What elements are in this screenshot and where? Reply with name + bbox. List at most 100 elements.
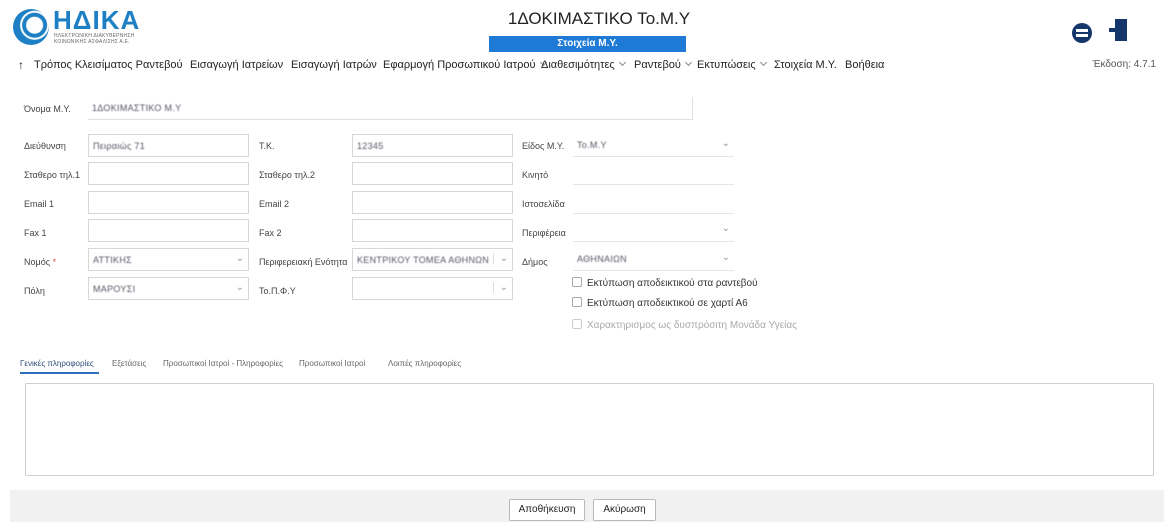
unit-name-value: 1ΔΟΚΙΜΑΣΤΙΚΟ Μ.Υ xyxy=(92,103,182,113)
fax1-input[interactable] xyxy=(88,219,249,242)
nav-personal-doctor[interactable]: Εφαρμογή Προσωπικού Ιατρού xyxy=(383,58,547,71)
city-select[interactable]: ΜΑΡΟΥΣΙ ⌄ xyxy=(88,277,249,300)
city-label: Πόλη xyxy=(24,286,45,296)
chevron-down-icon: ⌄ xyxy=(492,253,508,264)
mobile-input[interactable] xyxy=(573,162,734,185)
tab-other-info[interactable]: Λοιπές πληροφορίες xyxy=(388,359,461,368)
nav-clinics[interactable]: Εισαγωγή Ιατρείων xyxy=(190,59,283,71)
chevron-down-icon: ⌄ xyxy=(721,252,730,263)
address-label: Διεύθυνση xyxy=(24,141,66,151)
prefecture-label-text: Νομός xyxy=(24,257,51,267)
website-input[interactable] xyxy=(573,191,734,214)
prefecture-select[interactable]: ΑΤΤΙΚΗΣ ⌄ xyxy=(88,248,249,271)
chevron-down-icon: ⌄ xyxy=(235,253,244,264)
tk-input[interactable]: 12345 xyxy=(352,134,513,157)
email2-input[interactable] xyxy=(352,191,513,214)
address-input[interactable]: Πειραιώς 71 xyxy=(88,134,249,157)
city-value: ΜΑΡΟΥΣΙ xyxy=(93,284,136,294)
chevron-down-icon xyxy=(618,58,626,67)
nav-label: Τρόπος Κλεισίματος Ραντεβού xyxy=(34,59,183,71)
checkbox-box[interactable] xyxy=(572,277,582,287)
back-arrow-icon[interactable]: ↑ xyxy=(18,58,24,72)
region-label: Περιφέρεια xyxy=(522,228,566,238)
name-label: Όνομα Μ.Υ. xyxy=(24,104,71,114)
logo-name: ΗΔΙΚΑ xyxy=(53,5,141,35)
switch-user-icon[interactable] xyxy=(1072,23,1092,43)
chevron-down-icon xyxy=(759,58,767,67)
tab-general-info[interactable]: Γενικές πληροφορίες xyxy=(20,359,94,368)
fax2-label: Fax 2 xyxy=(259,228,282,238)
tk-label: Τ.Κ. xyxy=(259,141,275,151)
required-asterisk: * xyxy=(52,257,57,267)
nav-label: Ραντεβού xyxy=(634,59,681,71)
tab-examinations[interactable]: Εξετάσεις xyxy=(112,359,146,368)
checkbox-label: Εκτύπωση αποδεικτικού σε χαρτί Α6 xyxy=(587,298,748,309)
main-navbar: ↑ Τρόπος Κλεισίματος Ραντεβού Εισαγωγή Ι… xyxy=(0,55,1164,75)
address-value: Πειραιώς 71 xyxy=(93,141,146,151)
nav-label: Εισαγωγή Ιατρών xyxy=(291,59,377,71)
logout-icon[interactable] xyxy=(1109,19,1127,41)
active-tab-indicator xyxy=(20,372,99,374)
print-receipt-checkbox[interactable]: Εκτύπωση αποδεικτικού στα ραντεβού xyxy=(572,276,758,289)
unit-type-select: Το.Μ.Υ ⌄ xyxy=(573,134,734,157)
save-button[interactable]: Αποθήκευση xyxy=(509,499,585,521)
fax2-input[interactable] xyxy=(352,219,513,242)
header: ΗΔΙΚΑ ΗΛΕΚΤΡΟΝΙΚΗ ΔΙΑΚΥΒΕΡΝΗΣΗ ΚΟΙΝΩΝΙΚΗ… xyxy=(0,0,1164,54)
nav-label: Στοιχεία Μ.Υ. xyxy=(774,59,837,71)
nav-label: Εισαγωγή Ιατρείων xyxy=(190,59,284,71)
prefecture-value: ΑΤΤΙΚΗΣ xyxy=(93,255,132,265)
nav-prints[interactable]: Εκτυπώσεις xyxy=(697,58,767,71)
tab-content-panel[interactable] xyxy=(25,383,1154,476)
chevron-down-icon: ⌄ xyxy=(721,138,730,149)
unit-name-field: 1ΔΟΚΙΜΑΣΤΙΚΟ Μ.Υ xyxy=(88,97,693,120)
idika-logo[interactable]: ΗΔΙΚΑ ΗΛΕΚΤΡΟΝΙΚΗ ΔΙΑΚΥΒΕΡΝΗΣΗ ΚΟΙΝΩΝΙΚΗ… xyxy=(13,5,148,47)
municipality-label: Δήμος xyxy=(522,257,548,267)
footer-bar xyxy=(10,490,1164,522)
phone1-input[interactable] xyxy=(88,162,249,185)
logo-subtitle-line2: ΚΟΙΝΩΝΙΚΗΣ ΑΣΦΑΛΙΣΗΣ Α.Ε. xyxy=(54,39,130,45)
email1-input[interactable] xyxy=(88,191,249,214)
nav-unit-details[interactable]: Στοιχεία Μ.Υ. xyxy=(774,59,837,71)
topfy-select[interactable]: ⌄ xyxy=(352,277,513,300)
phone2-label: Σταθερο τηλ.2 xyxy=(259,170,315,180)
email1-label: Email 1 xyxy=(24,199,55,209)
nav-doctors[interactable]: Εισαγωγή Ιατρών xyxy=(291,59,377,71)
nav-appointment-closing[interactable]: Τρόπος Κλεισίματος Ραντεβού xyxy=(34,59,183,71)
nav-label: Εφαρμογή Προσωπικού Ιατρού xyxy=(383,59,536,71)
checkbox-box[interactable] xyxy=(572,297,582,307)
chevron-down-icon: ⌄ xyxy=(492,282,508,293)
nav-availability[interactable]: Διαθεσιμότητες xyxy=(541,58,626,71)
mobile-label: Κινητό xyxy=(522,170,549,180)
unit-type-label: Είδος Μ.Υ. xyxy=(522,141,565,151)
phone2-input[interactable] xyxy=(352,162,513,185)
arrow-shape xyxy=(1109,28,1117,32)
regional-unit-label: Περιφερειακή Ενότητα xyxy=(259,257,348,267)
regional-unit-value: ΚΕΝΤΡΙΚΟΥ ΤΟΜΕΑ ΑΘΗΝΩΝ xyxy=(357,255,490,265)
municipality-value: ΑΘΗΝΑΙΩΝ xyxy=(577,254,627,264)
nav-appointments[interactable]: Ραντεβού xyxy=(634,58,692,71)
phone1-label: Σταθερο τηλ.1 xyxy=(24,170,80,180)
regional-unit-select[interactable]: ΚΕΝΤΡΙΚΟΥ ΤΟΜΕΑ ΑΘΗΝΩΝ ⌄ xyxy=(352,248,513,271)
tab-personal-doctors[interactable]: Προσωπικοί Ιατροί xyxy=(299,359,365,368)
page-title: 1ΔΟΚΙΜΑΣΤΙΚΟ Το.Μ.Υ xyxy=(507,9,691,28)
checkbox-label: Χαρακτηρισμος ως δυσπρόσιτη Μονάδα Υγεία… xyxy=(587,320,797,331)
remote-unit-checkbox: Χαρακτηρισμος ως δυσπρόσιτη Μονάδα Υγεία… xyxy=(572,318,797,331)
print-a6-checkbox[interactable]: Εκτύπωση αποδεικτικού σε χαρτί Α6 xyxy=(572,296,748,309)
fax1-label: Fax 1 xyxy=(24,228,47,238)
unit-type-value: Το.Μ.Υ xyxy=(577,140,607,150)
nav-label: Διαθεσιμότητες xyxy=(541,59,615,71)
chevron-down-icon: ⌄ xyxy=(235,282,244,293)
region-select[interactable]: ⌄ xyxy=(573,219,734,242)
logo-emblem-icon xyxy=(13,9,49,45)
nav-label: Βοήθεια xyxy=(845,59,885,71)
nav-help[interactable]: Βοήθεια xyxy=(845,59,884,71)
checkbox-box xyxy=(572,319,582,329)
municipality-select[interactable]: ΑΘΗΝΑΙΩΝ ⌄ xyxy=(573,248,734,271)
topfy-label: Το.Π.Φ.Υ xyxy=(259,286,296,296)
section-title-bar: Στοιχεία Μ.Υ. xyxy=(489,36,686,52)
tab-personal-doctors-info[interactable]: Προσωπικοί Ιατροί - Πληροφορίες xyxy=(163,359,283,368)
prefecture-label: Νομός * xyxy=(24,257,56,267)
nav-label: Εκτυπώσεις xyxy=(697,59,756,71)
tk-value: 12345 xyxy=(357,141,384,151)
cancel-button[interactable]: Ακύρωση xyxy=(593,499,656,521)
